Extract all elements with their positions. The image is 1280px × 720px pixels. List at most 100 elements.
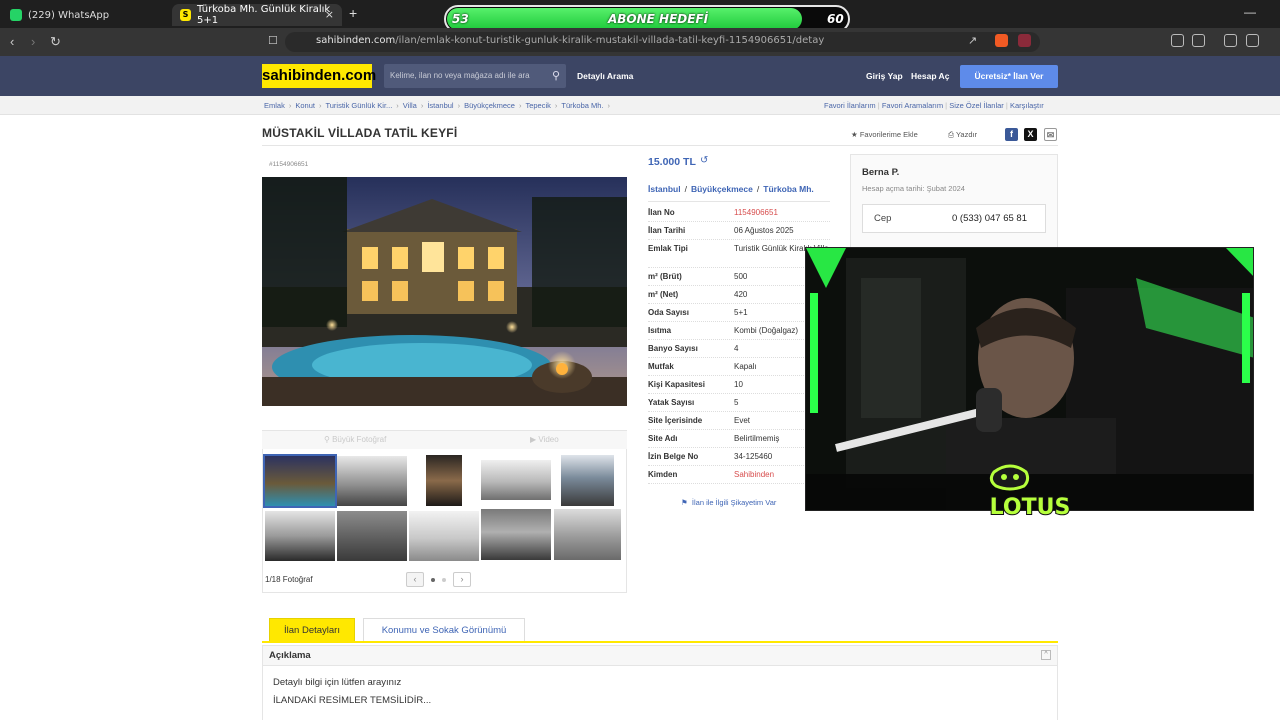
brave-shield-icon[interactable]	[995, 34, 1008, 47]
tab-underline	[262, 641, 1058, 643]
back-icon[interactable]: ‹	[10, 34, 14, 49]
flag-icon: ⚑	[681, 498, 688, 507]
email-icon[interactable]: ✉	[1044, 128, 1057, 141]
site-logo[interactable]: sahibinden.com	[262, 64, 376, 88]
description-line: Detaylı bilgi için lütfen arayınız	[273, 677, 402, 688]
breadcrumb-item[interactable]: Villa	[403, 101, 417, 110]
detail-key: m² (Net)	[648, 290, 679, 299]
rewards-icon[interactable]	[1018, 34, 1031, 47]
breadcrumb-item[interactable]: Turistik Günlük Kir...	[325, 101, 392, 110]
photo-counter: 1/18 Fotoğraf	[265, 575, 313, 584]
breadcrumb-item[interactable]: Konut	[295, 101, 315, 110]
gallery-next-button[interactable]: ›	[453, 572, 471, 587]
report-listing-link[interactable]: ⚑ İlan ile İlgili Şikayetim Var	[681, 498, 776, 507]
breadcrumb-item[interactable]: İstanbul	[427, 101, 453, 110]
location-neighborhood[interactable]: Türkoba Mh.	[763, 184, 814, 194]
gallery-thumbnail[interactable]	[426, 455, 462, 506]
quick-link[interactable]: Favori İlanlarım	[824, 101, 876, 110]
detail-key: Site İçerisinde	[648, 416, 703, 425]
tab-sahibinden[interactable]: S Türkoba Mh. Günlük Kiralık 5+1 ×	[172, 4, 342, 26]
breadcrumb-item[interactable]: Emlak	[264, 101, 285, 110]
sidebar-icon[interactable]	[1224, 34, 1237, 47]
detail-value[interactable]: 1154906651	[734, 208, 830, 218]
detail-row: Site Adı Belirtilmemiş	[648, 430, 830, 448]
new-tab-button[interactable]: +	[349, 5, 357, 21]
phone-number[interactable]: 0 (533) 047 65 81	[952, 213, 1027, 224]
gallery-thumbnail[interactable]	[265, 511, 335, 561]
detail-row: Banyo Sayısı 4	[648, 340, 830, 358]
phone-label: Cep	[874, 213, 892, 224]
pager-dot-active[interactable]	[431, 578, 435, 582]
extensions-icon[interactable]	[1171, 34, 1184, 47]
close-tab-icon[interactable]: ×	[325, 8, 334, 21]
tab-label: Türkoba Mh. Günlük Kiralık 5+1	[197, 4, 331, 26]
bookmark-icon[interactable]: ☐	[268, 34, 278, 47]
search-icon[interactable]: ⚲	[552, 64, 560, 88]
site-header	[0, 56, 1280, 96]
gallery-thumbnail[interactable]	[481, 460, 551, 500]
location-district[interactable]: Büyükçekmece	[691, 184, 753, 194]
detail-key: Emlak Tipi	[648, 244, 688, 253]
tab-whatsapp[interactable]: (229) WhatsApp	[0, 4, 170, 26]
collapse-icon[interactable]: ^	[1041, 650, 1051, 660]
detail-row: Kişi Kapasitesi 10	[648, 376, 830, 394]
big-photo-tab[interactable]: ⚲ Büyük Fotoğraf	[324, 435, 386, 444]
seller-name[interactable]: Berna P.	[862, 167, 899, 178]
breadcrumb-separator: ›	[396, 101, 399, 110]
forward-icon[interactable]: ›	[31, 34, 35, 49]
location-city[interactable]: İstanbul	[648, 184, 681, 194]
share-icon[interactable]: ↗	[968, 34, 977, 47]
breadcrumb-item[interactable]: Büyükçekmece	[464, 101, 515, 110]
gallery-thumbnail[interactable]	[481, 509, 551, 560]
gallery-thumbnail[interactable]	[561, 455, 614, 506]
gallery-thumbnail[interactable]	[409, 511, 479, 561]
location-breadcrumb: İstanbul / Büyükçekmece / Türkoba Mh.	[648, 184, 814, 194]
gallery-tabs: ⚲ Büyük Fotoğraf ▶ Video	[262, 431, 627, 449]
play-icon: ▶	[530, 435, 537, 444]
x-twitter-icon[interactable]: X	[1024, 128, 1037, 141]
main-photo[interactable]	[262, 177, 627, 406]
sahibinden-icon: S	[180, 9, 192, 21]
facebook-icon[interactable]: f	[1005, 128, 1018, 141]
detail-key: Kimden	[648, 470, 678, 479]
gallery-prev-button[interactable]: ‹	[406, 572, 424, 587]
description-body	[262, 666, 1058, 720]
detailed-search-link[interactable]: Detaylı Arama	[577, 71, 633, 81]
price: 15.000 TL	[648, 156, 696, 168]
register-link[interactable]: Hesap Aç	[911, 71, 949, 81]
quick-link[interactable]: Karşılaştır	[1010, 101, 1044, 110]
post-ad-button[interactable]: Ücretsiz* İlan Ver	[960, 65, 1058, 88]
tab-location-street-view[interactable]: Konumu ve Sokak Görünümü	[363, 618, 525, 642]
detail-row: İlan No 1154906651	[648, 204, 830, 222]
screenshot-icon[interactable]	[1192, 34, 1205, 47]
tab-listing-details[interactable]: İlan Detayları	[269, 618, 355, 642]
wallet-icon[interactable]	[1246, 34, 1259, 47]
lotus-logo-text: LOTUS	[990, 495, 1071, 520]
breadcrumb-item[interactable]: Türkoba Mh.	[561, 101, 603, 110]
quick-link[interactable]: Favori Aramalarım	[882, 101, 943, 110]
search-placeholder: Kelime, ilan no veya mağaza adı ile ara	[390, 71, 530, 80]
location-separator: /	[756, 184, 760, 194]
pager-dot[interactable]	[442, 578, 446, 582]
gallery-thumbnail[interactable]	[263, 454, 337, 508]
gallery-thumbnail[interactable]	[554, 509, 621, 560]
url-text: sahibinden.com/ilan/emlak-konut-turistik…	[316, 35, 824, 46]
gallery-thumbnail[interactable]	[337, 511, 407, 561]
quick-link[interactable]: Size Özel İlanlar	[949, 101, 1004, 110]
reload-icon[interactable]: ↻	[50, 34, 61, 50]
gallery-thumbnail[interactable]	[337, 456, 407, 506]
breadcrumb-item[interactable]: Tepecik	[525, 101, 550, 110]
minimize-icon[interactable]: —	[1244, 5, 1256, 19]
breadcrumb-separator: ›	[518, 101, 522, 110]
detail-row: İlan Tarihi 06 Ağustos 2025	[648, 222, 830, 240]
add-favorite-link[interactable]: ★ Favorilerime Ekle	[851, 130, 918, 139]
video-tab[interactable]: ▶ Video	[530, 435, 559, 444]
detail-key: İlan No	[648, 208, 675, 217]
print-link[interactable]: ⎙ Yazdır	[948, 130, 977, 140]
search-input[interactable]: Kelime, ilan no veya mağaza adı ile ara …	[384, 64, 566, 88]
tab-label: (229) WhatsApp	[28, 9, 110, 21]
login-link[interactable]: Giriş Yap	[866, 71, 903, 81]
price-history-icon[interactable]: ↺	[700, 155, 708, 166]
description-header	[262, 645, 1058, 666]
detail-row: m² (Brüt) 500	[648, 268, 830, 286]
